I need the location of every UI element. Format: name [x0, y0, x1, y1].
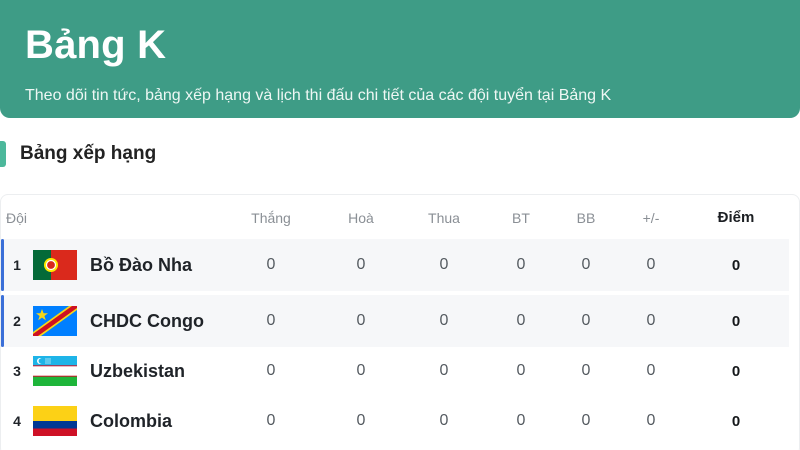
page-title: Bảng K — [25, 23, 167, 67]
goals-for-value: 0 — [516, 412, 526, 429]
team-name[interactable]: CHDC Congo — [90, 311, 204, 332]
goal-diff-value: 0 — [646, 362, 656, 379]
column-header-won: Thắng — [251, 210, 291, 226]
section-accent-bar — [0, 141, 6, 167]
table-row[interactable]: 2 CHDC Congo 0 0 0 0 0 0 0 — [1, 295, 789, 347]
team-name[interactable]: Colombia — [90, 411, 172, 432]
rank: 3 — [13, 363, 21, 379]
points-value: 0 — [731, 257, 741, 274]
goals-against-value: 0 — [581, 256, 591, 273]
team-name[interactable]: Uzbekistan — [90, 361, 185, 382]
points-value: 0 — [731, 313, 741, 330]
drawn-value: 0 — [356, 362, 366, 379]
lost-value: 0 — [439, 256, 449, 273]
points-value: 0 — [731, 363, 741, 380]
column-header-goals-for: BT — [512, 210, 530, 226]
column-header-team: Đội — [6, 210, 28, 226]
goal-diff-value: 0 — [646, 312, 656, 329]
lost-value: 0 — [439, 412, 449, 429]
drawn-value: 0 — [356, 312, 366, 329]
table-header: Đội Thắng Hoà Thua BT BB +/- Điểm — [1, 195, 800, 239]
page-subtitle: Theo dõi tin tức, bảng xếp hạng và lịch … — [25, 87, 612, 104]
table-row[interactable]: 3 Uzbekistan 0 0 0 0 0 0 0 — [1, 345, 789, 397]
standings-table: Đội Thắng Hoà Thua BT BB +/- Điểm 1 Bồ Đ… — [0, 194, 800, 450]
team-name[interactable]: Bồ Đào Nha — [90, 255, 192, 276]
column-header-lost: Thua — [428, 210, 460, 226]
goals-against-value: 0 — [581, 312, 591, 329]
group-header: Bảng K Theo dõi tin tức, bảng xếp hạng v… — [0, 0, 800, 118]
colombia-flag-icon — [33, 406, 77, 436]
points-value: 0 — [731, 413, 741, 430]
drawn-value: 0 — [356, 256, 366, 273]
lost-value: 0 — [439, 362, 449, 379]
dr-congo-flag-icon — [33, 306, 77, 336]
table-row[interactable]: 4 Colombia 0 0 0 0 0 0 0 — [1, 395, 789, 447]
column-header-points: Điểm — [717, 209, 755, 226]
won-value: 0 — [266, 362, 276, 379]
goals-against-value: 0 — [581, 362, 591, 379]
rank: 1 — [13, 257, 21, 273]
won-value: 0 — [266, 256, 276, 273]
goals-for-value: 0 — [516, 312, 526, 329]
rank: 2 — [13, 313, 21, 329]
standings-section-heading: Bảng xếp hạng — [0, 141, 156, 167]
lost-value: 0 — [439, 312, 449, 329]
column-header-goals-against: BB — [576, 210, 596, 226]
goals-for-value: 0 — [516, 362, 526, 379]
portugal-flag-icon — [33, 250, 77, 280]
goals-for-value: 0 — [516, 256, 526, 273]
table-row[interactable]: 1 Bồ Đào Nha 0 0 0 0 0 0 0 — [1, 239, 789, 291]
goals-against-value: 0 — [581, 412, 591, 429]
drawn-value: 0 — [356, 412, 366, 429]
column-header-drawn: Hoà — [348, 210, 374, 226]
won-value: 0 — [266, 412, 276, 429]
rank: 4 — [13, 413, 21, 429]
column-header-goal-diff: +/- — [642, 210, 660, 226]
won-value: 0 — [266, 312, 276, 329]
goal-diff-value: 0 — [646, 412, 656, 429]
uzbekistan-flag-icon — [33, 356, 77, 386]
section-title: Bảng xếp hạng — [20, 143, 157, 164]
goal-diff-value: 0 — [646, 256, 656, 273]
